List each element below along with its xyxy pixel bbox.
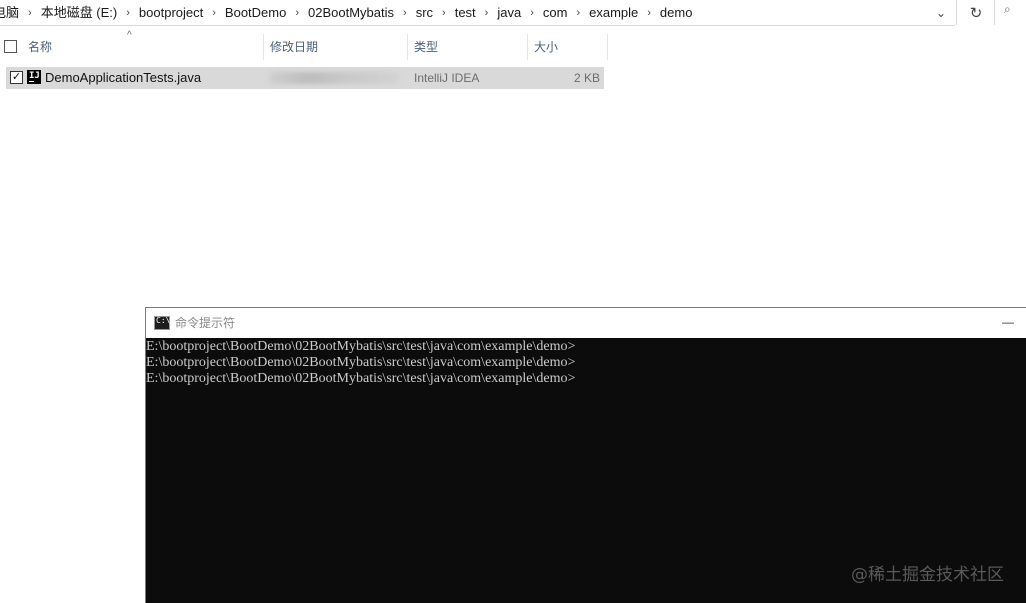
breadcrumb-item-demo[interactable]: demo [657,2,696,24]
console-line: E:\bootproject\BootDemo\02BootMybatis\sr… [146,355,576,370]
console-line: E:\bootproject\BootDemo\02BootMybatis\sr… [146,339,576,354]
intellij-java-file-icon: IJ [27,70,41,84]
file-modified-date-redacted [269,72,399,84]
breadcrumb-item-02bootmybatis[interactable]: 02BootMybatis [305,2,397,24]
breadcrumb-item-src[interactable]: src [413,2,436,24]
refresh-icon[interactable]: ↻ [960,0,992,25]
file-row[interactable]: ✓ IJ DemoApplicationTests.java IntelliJ … [6,67,604,89]
select-all-checkbox[interactable] [4,40,17,53]
breadcrumb-item-bootdemo[interactable]: BootDemo [222,2,289,24]
cmd-app-icon: C:\ [154,316,170,330]
column-header-size[interactable]: 大小 [528,34,607,60]
cmd-title-bar[interactable]: C:\ 命令提示符 — [146,308,1026,338]
chevron-right-icon[interactable]: › [436,7,452,19]
address-bar[interactable]: 电脑 › 本地磁盘 (E:) › bootproject › BootDemo … [0,0,955,26]
chevron-right-icon[interactable]: › [206,7,222,19]
chevron-right-icon[interactable]: › [22,7,38,19]
chevron-right-icon[interactable]: › [570,7,586,19]
console-line: E:\bootproject\BootDemo\02BootMybatis\sr… [146,371,576,386]
breadcrumb-item-drive-e[interactable]: 本地磁盘 (E:) [38,2,121,24]
search-icon[interactable]: ⌕ [1004,2,1026,22]
chevron-right-icon[interactable]: › [289,7,305,19]
breadcrumb-item-java[interactable]: java [494,2,524,24]
breadcrumb-item-bootproject[interactable]: bootproject [136,2,206,24]
chevron-right-icon[interactable]: › [479,7,495,19]
chevron-right-icon[interactable]: › [120,7,136,19]
minimize-button[interactable]: — [998,308,1018,336]
command-prompt-window[interactable]: C:\ 命令提示符 — E:\bootproject\BootDemo\02Bo… [145,307,1026,603]
column-header-modified[interactable]: 修改日期 [264,34,407,60]
address-history-chevron-down-icon[interactable]: ⌄ [928,0,954,25]
cmd-console-output[interactable]: E:\bootproject\BootDemo\02BootMybatis\sr… [146,339,1026,387]
chevron-right-icon[interactable]: › [524,7,540,19]
column-header-name[interactable]: 名称 [22,34,262,60]
column-header-row: ^ 名称 修改日期 类型 大小 [0,30,610,60]
file-type: IntelliJ IDEA [414,71,480,85]
watermark: @稀土掘金技术社区 [851,565,1004,585]
chevron-right-icon[interactable]: › [397,7,413,19]
file-row-checkbox[interactable]: ✓ [10,71,23,84]
breadcrumb-item-com[interactable]: com [540,2,571,24]
file-size: 2 KB [573,71,600,85]
toolbar-divider [994,0,995,25]
column-divider[interactable] [607,34,608,60]
toolbar-divider [956,0,957,25]
chevron-right-icon[interactable]: › [641,7,657,19]
column-header-type[interactable]: 类型 [408,34,527,60]
cmd-window-title: 命令提示符 [175,316,236,330]
breadcrumb-item-this-pc[interactable]: 电脑 [0,2,22,24]
breadcrumb-item-example[interactable]: example [586,2,641,24]
breadcrumb-item-test[interactable]: test [452,2,479,24]
file-name[interactable]: DemoApplicationTests.java [45,67,201,89]
